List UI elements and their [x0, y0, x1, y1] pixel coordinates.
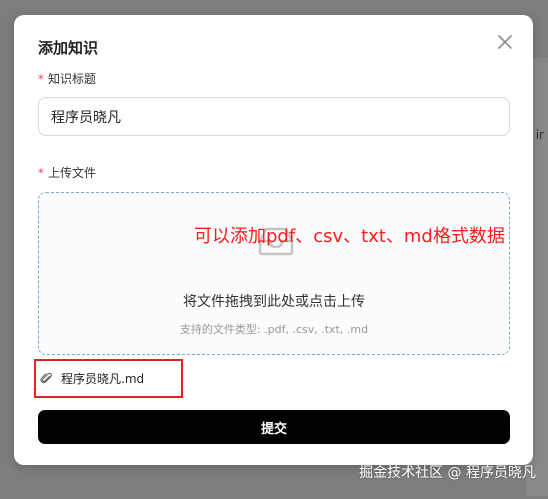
upload-field-label: * 上传文件: [38, 164, 96, 181]
required-mark: *: [38, 166, 44, 180]
uploaded-file-item[interactable]: 程序员晓凡.md: [40, 369, 144, 387]
title-field-label: * 知识标题: [38, 70, 96, 87]
paperclip-icon: [40, 372, 52, 383]
close-icon[interactable]: [496, 33, 514, 51]
submit-button[interactable]: 提交: [38, 410, 510, 444]
title-field-label-text: 知识标题: [48, 72, 97, 86]
dropzone-primary-text: 将文件拖拽到此处或点击上传: [183, 294, 365, 310]
backdrop-fragment: ir: [535, 128, 544, 142]
required-mark: *: [38, 72, 44, 86]
title-input[interactable]: [38, 97, 510, 136]
uploaded-file-name: 程序员晓凡.md: [61, 371, 145, 386]
close-button[interactable]: [496, 33, 514, 51]
dialog-title: 添加知识: [38, 39, 99, 57]
watermark: 掘金技术社区 @ 程序员晓凡: [359, 465, 536, 481]
file-dropzone[interactable]: 将文件拖拽到此处或点击上传 支持的文件类型: .pdf, .csv, .txt,…: [38, 192, 510, 355]
annotation-text: 可以添加pdf、csv、txt、md格式数据: [194, 226, 505, 247]
dropzone-hint-text: 支持的文件类型: .pdf, .csv, .txt, .md: [179, 323, 369, 336]
upload-field-label-text: 上传文件: [48, 166, 97, 180]
